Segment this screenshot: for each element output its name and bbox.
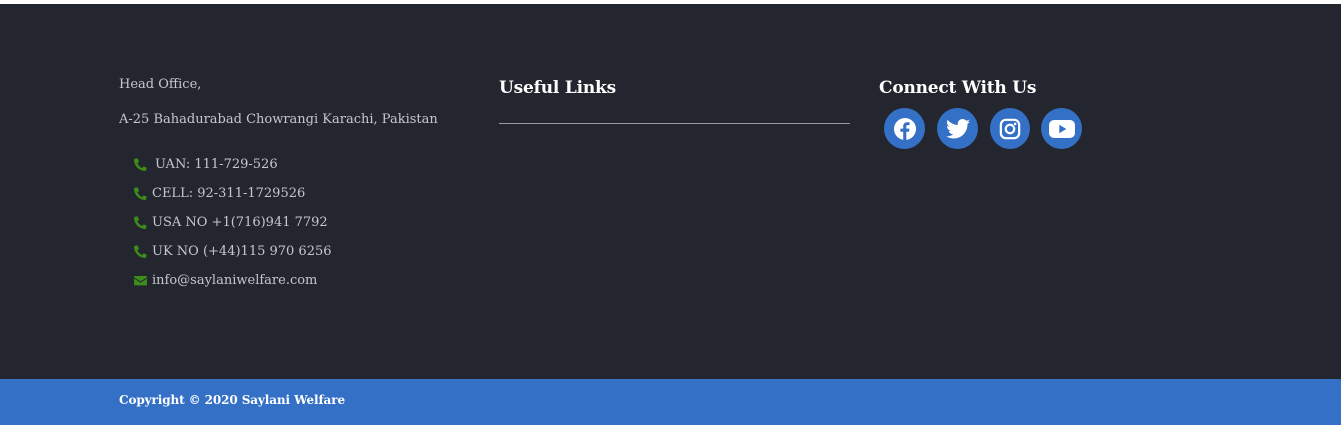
youtube-button[interactable] (1041, 108, 1082, 149)
connect-column: Connect With Us (879, 77, 1179, 149)
contact-text: USA NO +1(716)941 7792 (152, 215, 328, 230)
contact-item-uan: UAN: 111-729-526 (134, 150, 479, 179)
facebook-icon (893, 117, 916, 140)
twitter-button[interactable] (937, 108, 978, 149)
copyright-text: Copyright © 2020 Saylani Welfare (119, 393, 345, 407)
contact-item-cell: CELL: 92-311-1729526 (134, 179, 479, 208)
useful-links-column: Useful Links (499, 77, 850, 124)
instagram-button[interactable] (990, 108, 1030, 149)
head-office-column: Head Office, A-25 Bahadurabad Chowrangi … (119, 77, 479, 295)
contact-item-email[interactable]: info@saylaniwelfare.com (134, 266, 479, 295)
contact-item-usa: USA NO +1(716)941 7792 (134, 208, 479, 237)
footer-main: Head Office, A-25 Bahadurabad Chowrangi … (0, 4, 1341, 379)
contact-text: UAN: 111-729-526 (155, 157, 278, 172)
useful-links-title: Useful Links (499, 78, 616, 98)
contact-list: UAN: 111-729-526 CELL: 92-311-1729526 US… (134, 150, 479, 295)
phone-icon (134, 187, 147, 200)
connect-title: Connect With Us (879, 78, 1037, 98)
phone-icon (134, 158, 147, 171)
phone-icon (134, 245, 147, 258)
envelope-icon (134, 274, 147, 287)
social-links (884, 108, 1179, 149)
youtube-icon (1048, 119, 1075, 138)
twitter-icon (945, 118, 970, 138)
copyright-bar: Copyright © 2020 Saylani Welfare (0, 379, 1341, 425)
office-address: A-25 Bahadurabad Chowrangi Karachi, Paki… (119, 112, 438, 127)
facebook-button[interactable] (884, 108, 925, 149)
useful-links-divider (499, 123, 850, 124)
head-office-title: Head Office, (119, 77, 202, 92)
contact-item-uk: UK NO (+44)115 970 6256 (134, 237, 479, 266)
contact-text: CELL: 92-311-1729526 (152, 186, 306, 201)
instagram-icon (999, 118, 1021, 139)
email-link[interactable]: info@saylaniwelfare.com (152, 273, 317, 288)
phone-icon (134, 216, 147, 229)
contact-text: UK NO (+44)115 970 6256 (152, 244, 332, 259)
